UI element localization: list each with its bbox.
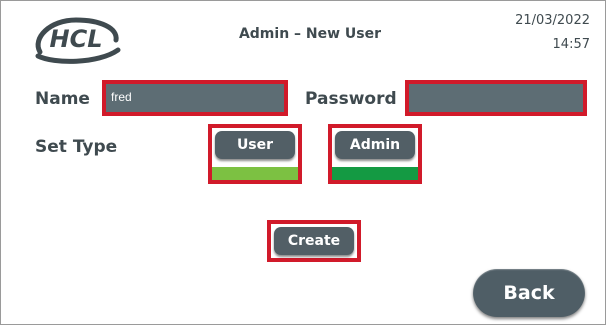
- create-button[interactable]: Create: [274, 227, 354, 255]
- admin-type-frame: Admin: [328, 124, 422, 184]
- back-button[interactable]: Back: [473, 269, 585, 317]
- time-display: 14:57: [552, 37, 590, 52]
- admin-type-button[interactable]: Admin: [335, 131, 415, 159]
- set-type-label: Set Type: [35, 137, 118, 157]
- page-title: Admin – New User: [238, 26, 382, 42]
- user-type-indicator: [212, 167, 298, 180]
- create-button-frame: Create: [267, 220, 361, 262]
- name-input[interactable]: fred: [106, 84, 284, 112]
- password-field-frame: [405, 80, 587, 116]
- password-input[interactable]: [409, 84, 583, 112]
- logo-text: HCL: [50, 25, 103, 53]
- date-display: 21/03/2022: [515, 13, 590, 28]
- name-label: Name: [35, 89, 90, 109]
- hcl-logo: HCL: [35, 17, 121, 64]
- user-type-frame: User: [208, 124, 302, 184]
- user-type-button[interactable]: User: [215, 131, 295, 159]
- admin-type-indicator: [332, 167, 418, 180]
- name-field-frame: fred: [102, 80, 288, 116]
- password-label: Password: [305, 89, 397, 109]
